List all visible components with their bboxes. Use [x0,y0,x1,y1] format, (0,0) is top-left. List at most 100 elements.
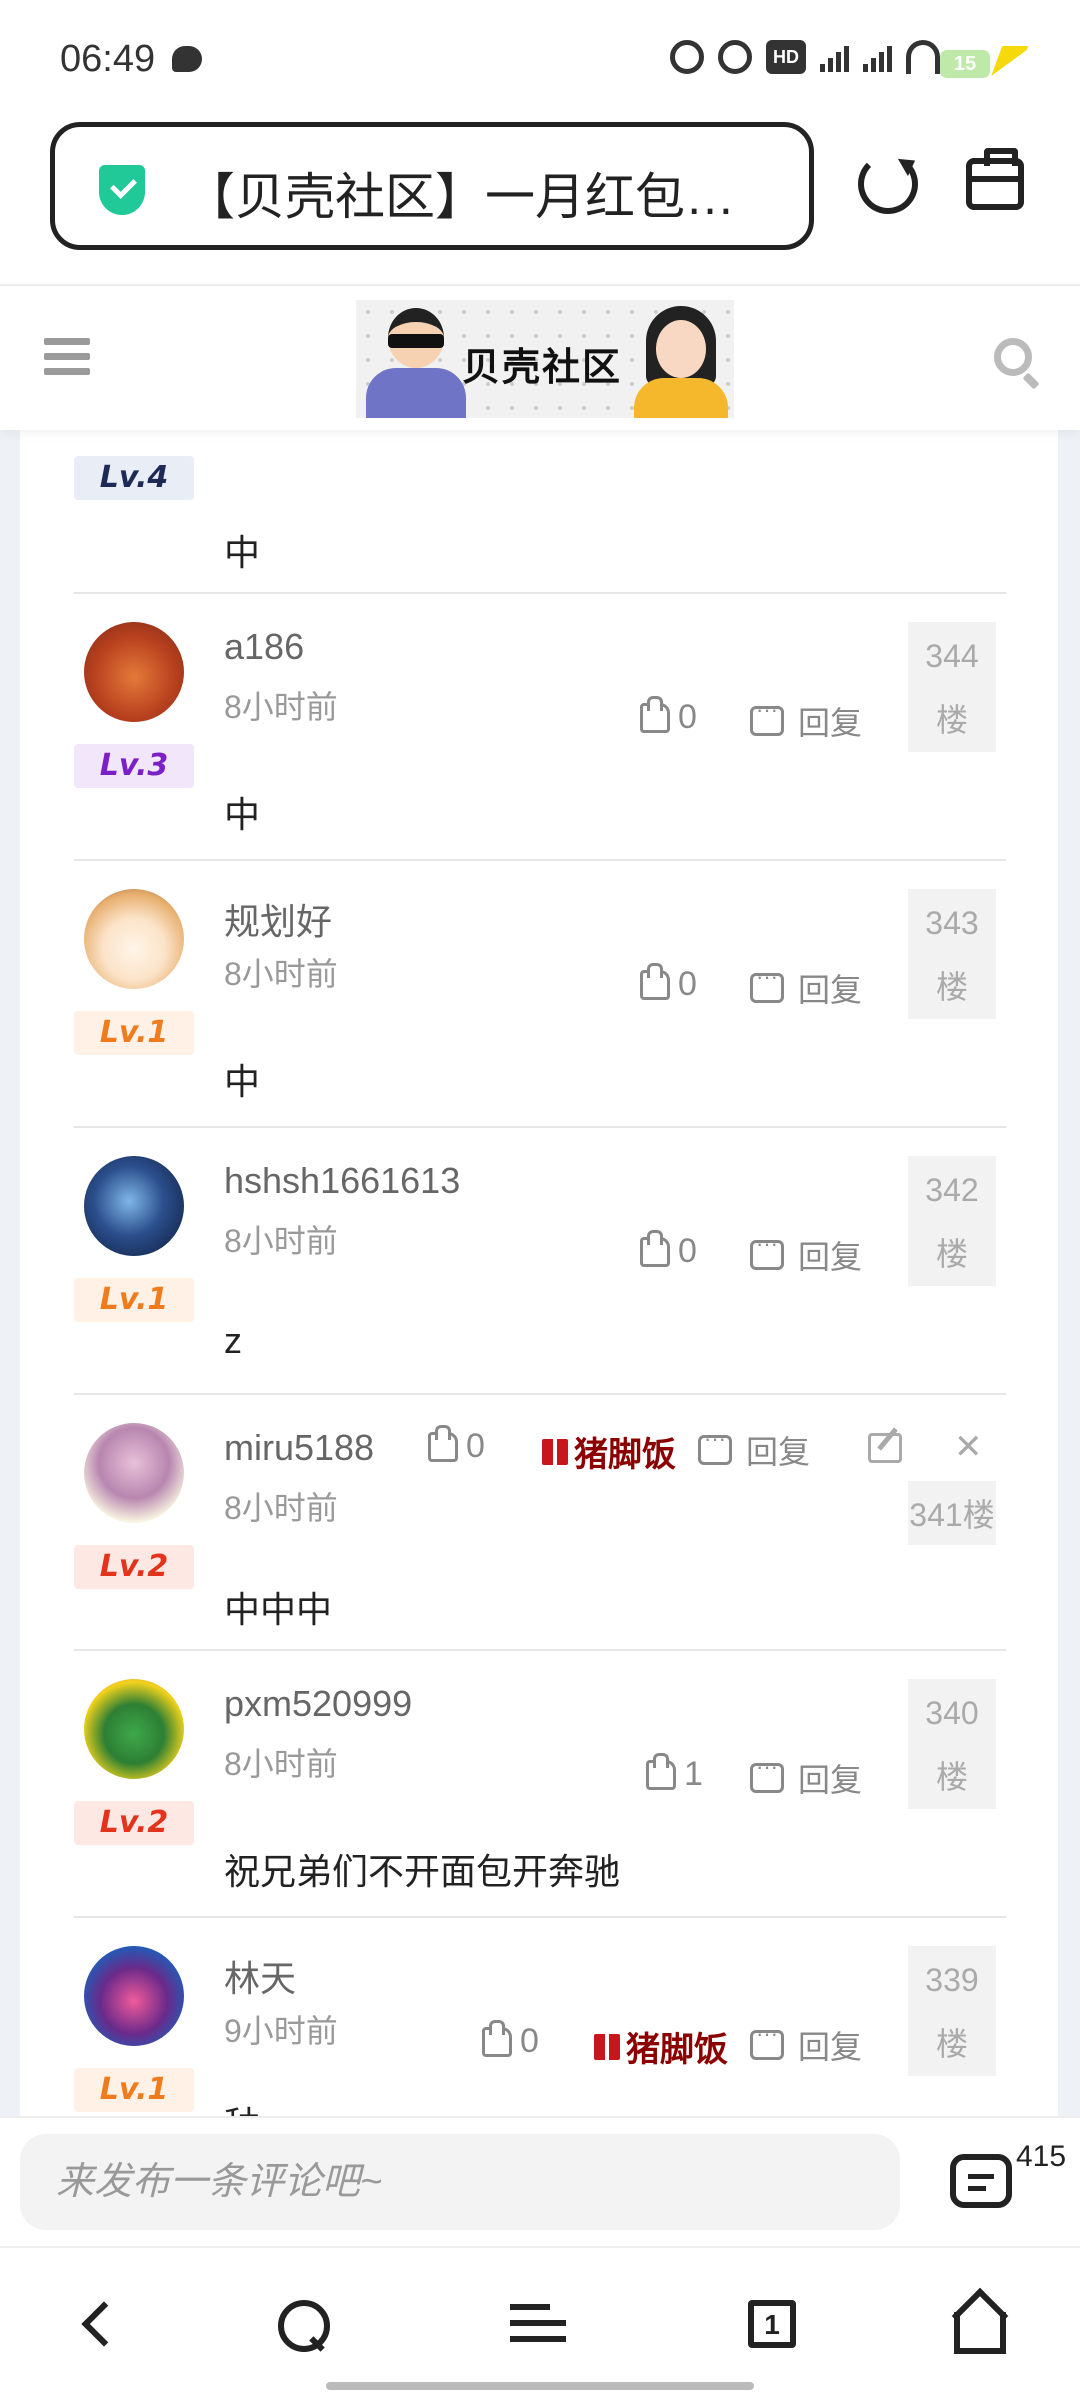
floor-num: 340 [925,1695,979,1731]
comment-input[interactable]: 来发布一条评论吧~ [20,2134,900,2230]
reload-icon[interactable] [858,154,918,214]
charging-icon [989,46,1029,80]
level-badge: Lv.1 [74,1278,194,1322]
comments-icon[interactable] [950,2154,1012,2208]
search-icon[interactable] [994,338,1032,376]
message-icon [172,46,202,72]
floor-unit: 楼 [935,2026,968,2062]
site-logo[interactable]: 贝壳社区 [356,300,734,418]
menu-icon[interactable] [504,2290,574,2360]
tab-count: 1 [748,2300,796,2348]
floor-unit: 楼 [935,1759,968,1795]
avatar[interactable] [84,1679,184,1779]
avatar[interactable] [84,889,184,989]
thumbs-up-icon [640,962,670,1000]
gift-button[interactable]: 猪脚饭 [594,2022,728,2071]
like-count: 0 [520,2022,539,2060]
delete-icon[interactable]: ✕ [954,1427,983,1467]
back-icon[interactable] [66,2290,136,2360]
search-icon[interactable] [270,2290,340,2360]
floor-label: 341楼 [909,1497,995,1533]
level-badge: Lv.1 [74,1011,194,1055]
alarm-icon [670,40,704,74]
comment-text: 中中中 [224,1589,333,1630]
floor-unit: 楼 [935,969,968,1005]
reply-button[interactable]: 回复 [750,697,862,744]
gesture-bar[interactable] [326,2382,754,2390]
avatar[interactable] [84,1156,184,1256]
reply-icon [750,964,784,1003]
mute-icon [718,40,752,74]
thumbs-up-icon [482,2019,512,2057]
avatar[interactable] [84,1946,184,2046]
like-button[interactable]: 0 [482,2019,539,2061]
username[interactable]: a186 [224,626,304,668]
comment-time: 8小时前 [224,1223,338,1259]
like-button[interactable]: 1 [646,1752,703,1794]
thumbs-up-icon [640,1229,670,1267]
battery-icon: 15 [940,50,990,78]
comment-item: Lv.2 miru5188 8小时前 0 猪脚饭 回复 ✕ 341楼 中中中 [74,1395,1006,1651]
tabs-icon[interactable]: 1 [740,2290,810,2360]
level-badge: Lv.2 [74,1801,194,1845]
system-icons: HD [670,40,940,74]
like-button[interactable]: 0 [428,1424,485,1466]
comment-text: 中 [224,1061,261,1102]
gift-icon [542,1438,568,1465]
comment-count: 415 [1016,2140,1067,2173]
floor-num: 342 [925,1172,979,1208]
reply-icon [750,1754,784,1793]
comment-text: z [224,1320,242,1361]
floor-unit: 楼 [935,702,968,738]
username[interactable]: hshsh1661613 [224,1160,460,1202]
comment-text: 中 [224,532,261,573]
comment-time: 8小时前 [224,689,338,725]
level-badge: Lv.2 [74,1545,194,1589]
level-badge: Lv.3 [74,744,194,788]
like-button[interactable]: 0 [640,695,697,737]
reply-button[interactable]: 回复 [750,1231,863,1278]
comment-time: 9小时前 [224,2013,338,2049]
username[interactable]: pxm520999 [224,1683,412,1725]
avatar[interactable] [84,622,184,722]
menu-icon[interactable] [44,338,90,376]
floor-unit: 楼 [935,1236,968,1272]
address-bar[interactable]: 【贝壳社区】一月红包… [50,122,814,250]
logo-woman-illustration [632,306,728,418]
reply-button[interactable]: 回复 [750,2021,862,2068]
comment-list[interactable]: Lv.4 中 Lv.3 a186 8小时前 0 回复 344 楼 中 Lv.1 规… [0,430,1080,2116]
like-button[interactable]: 0 [640,1229,697,1271]
floor-number: 341楼 [908,1481,996,1545]
gift-label: 猪脚饭 [626,2031,728,2069]
reply-button[interactable]: 回复 [698,1426,810,1473]
floor-num: 339 [925,1962,979,1998]
reply-icon [750,1231,784,1270]
username[interactable]: 规划好 [224,893,332,945]
like-count: 0 [678,965,697,1003]
floor-number: 339 楼 [908,1946,996,2076]
edit-icon[interactable] [868,1433,902,1463]
like-button[interactable]: 0 [640,962,697,1004]
username[interactable]: miru5188 [224,1427,374,1469]
reply-icon [750,2021,784,2060]
reply-icon [698,1426,732,1465]
thumbs-up-icon [428,1424,458,1462]
gift-button[interactable]: 猪脚饭 [542,1427,676,1476]
comment-item: Lv.1 林天 9小时前 0 猪脚饭 回复 339 楼 种 [74,1918,1006,2116]
floor-number: 344 楼 [908,622,996,752]
like-count: 0 [678,1232,697,1270]
comment-item: Lv.3 a186 8小时前 0 回复 344 楼 中 [74,594,1006,861]
logo-text: 贝壳社区 [462,345,623,389]
reply-button[interactable]: 回复 [750,1754,862,1801]
home-icon[interactable] [946,2287,1016,2360]
toolbox-icon[interactable] [966,148,1024,210]
reply-label: 回复 [798,1239,863,1275]
status-time: 06:49 [60,38,156,80]
reply-button[interactable]: 回复 [750,964,862,1011]
avatar[interactable] [84,1423,184,1523]
logo-man-illustration [366,308,466,418]
comment-time: 8小时前 [224,956,338,992]
comment-item: Lv.1 hshsh1661613 8小时前 0 回复 342 楼 z [74,1128,1006,1395]
username[interactable]: 林天 [224,1950,296,2002]
floor-num: 343 [925,905,979,941]
